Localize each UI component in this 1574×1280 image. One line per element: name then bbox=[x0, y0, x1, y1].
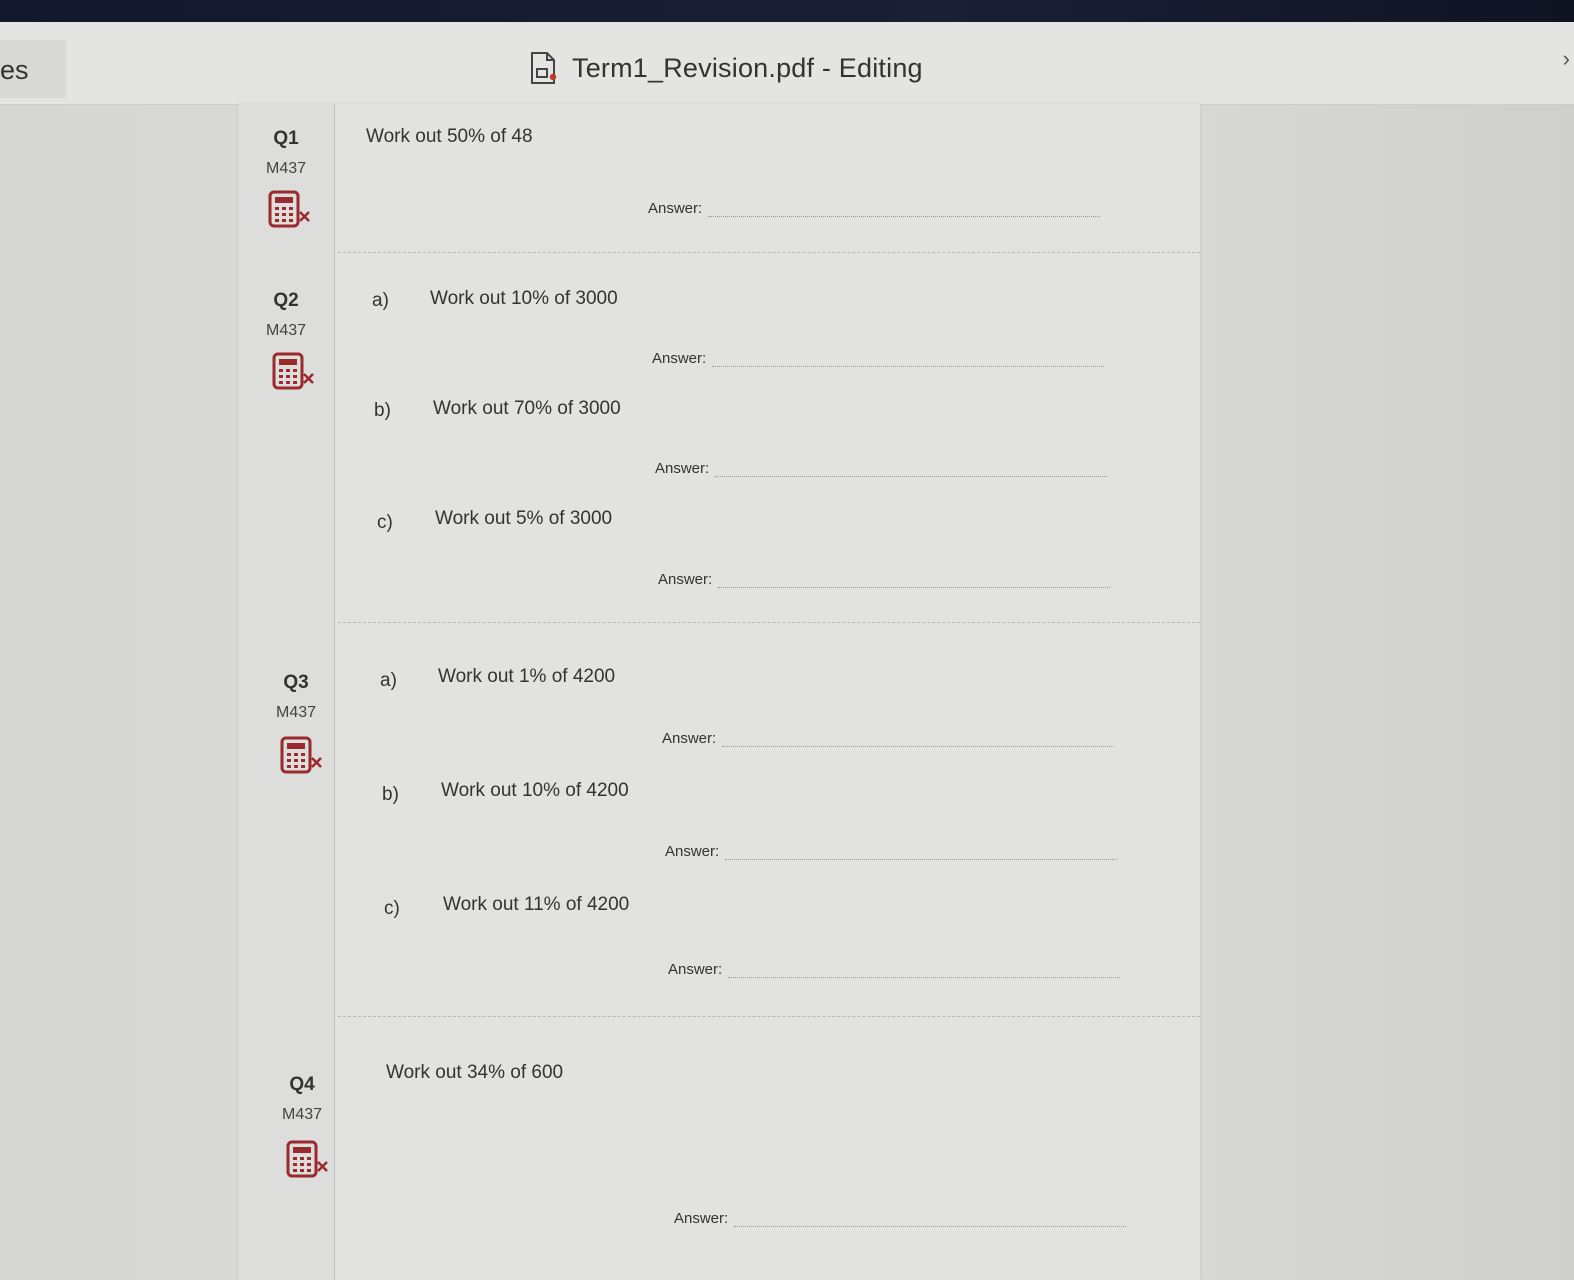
answer-field[interactable]: Answer: bbox=[665, 843, 1118, 860]
question-number: Q3 bbox=[283, 672, 309, 693]
question-separator bbox=[338, 1016, 1200, 1017]
question-text: Work out 1% of 4200 bbox=[438, 666, 616, 687]
no-calculator-icon bbox=[272, 352, 314, 390]
answer-line[interactable] bbox=[722, 732, 1115, 747]
answer-label: Answer: bbox=[665, 843, 720, 860]
answer-line[interactable] bbox=[725, 845, 1118, 860]
title-bar: es Term1_Revision.pdf - Editing › bbox=[0, 22, 1574, 105]
answer-line[interactable] bbox=[715, 462, 1108, 477]
question-number: Q4 bbox=[289, 1074, 315, 1095]
question-code: M437 bbox=[275, 704, 317, 721]
question-text: Work out 11% of 4200 bbox=[443, 894, 630, 915]
part-label: b) bbox=[382, 784, 399, 805]
question-separator bbox=[338, 252, 1200, 253]
question-number: Q1 bbox=[273, 128, 299, 149]
question-text: Work out 70% of 3000 bbox=[433, 398, 621, 419]
pdf-page: Q1 M437 Work out 50% of 48 Answer: Q2 M4… bbox=[238, 104, 1200, 1280]
no-calculator-icon bbox=[280, 736, 322, 774]
part-label: c) bbox=[384, 898, 400, 919]
chevron-right-icon[interactable]: › bbox=[1563, 46, 1570, 72]
answer-label: Answer: bbox=[662, 730, 717, 747]
question-text: Work out 10% of 3000 bbox=[430, 288, 618, 309]
answer-label: Answer: bbox=[658, 571, 713, 588]
window-title: Term1_Revision.pdf - Editing bbox=[572, 52, 923, 83]
question-number: Q2 bbox=[273, 290, 299, 311]
answer-line[interactable] bbox=[708, 202, 1101, 217]
question-text: Work out 10% of 4200 bbox=[441, 780, 629, 801]
part-label: b) bbox=[374, 400, 391, 421]
answer-line[interactable] bbox=[712, 352, 1105, 367]
part-label: a) bbox=[372, 290, 389, 311]
no-calculator-icon bbox=[286, 1140, 328, 1178]
answer-field[interactable]: Answer: bbox=[652, 350, 1105, 367]
top-window-edge bbox=[0, 0, 1574, 22]
left-tab[interactable]: es bbox=[0, 40, 66, 98]
answer-field[interactable]: Answer: bbox=[658, 571, 1111, 588]
pdf-file-icon bbox=[531, 52, 557, 84]
answer-line[interactable] bbox=[734, 1212, 1127, 1227]
answer-field[interactable]: Answer: bbox=[674, 1210, 1127, 1227]
answer-line[interactable] bbox=[718, 573, 1111, 588]
answer-field[interactable]: Answer: bbox=[668, 961, 1121, 978]
left-tab-label: es bbox=[0, 55, 29, 85]
question-code: M437 bbox=[265, 322, 307, 339]
answer-field[interactable]: Answer: bbox=[662, 730, 1115, 747]
answer-field[interactable]: Answer: bbox=[648, 200, 1101, 217]
answer-label: Answer: bbox=[668, 961, 723, 978]
question-text: Work out 5% of 3000 bbox=[435, 508, 613, 529]
answer-label: Answer: bbox=[652, 350, 707, 367]
answer-label: Answer: bbox=[655, 460, 710, 477]
answer-label: Answer: bbox=[674, 1210, 729, 1227]
answer-field[interactable]: Answer: bbox=[655, 460, 1108, 477]
document-title: Term1_Revision.pdf - Editing bbox=[528, 50, 923, 86]
question-code: M437 bbox=[281, 1106, 323, 1123]
question-separator bbox=[338, 622, 1200, 623]
no-calculator-icon bbox=[268, 190, 310, 228]
question-code: M437 bbox=[265, 160, 307, 177]
part-label: c) bbox=[377, 512, 393, 533]
answer-line[interactable] bbox=[728, 963, 1121, 978]
answer-label: Answer: bbox=[648, 200, 703, 217]
question-text: Work out 34% of 600 bbox=[386, 1062, 564, 1083]
part-label: a) bbox=[380, 670, 397, 691]
question-text: Work out 50% of 48 bbox=[366, 126, 533, 147]
